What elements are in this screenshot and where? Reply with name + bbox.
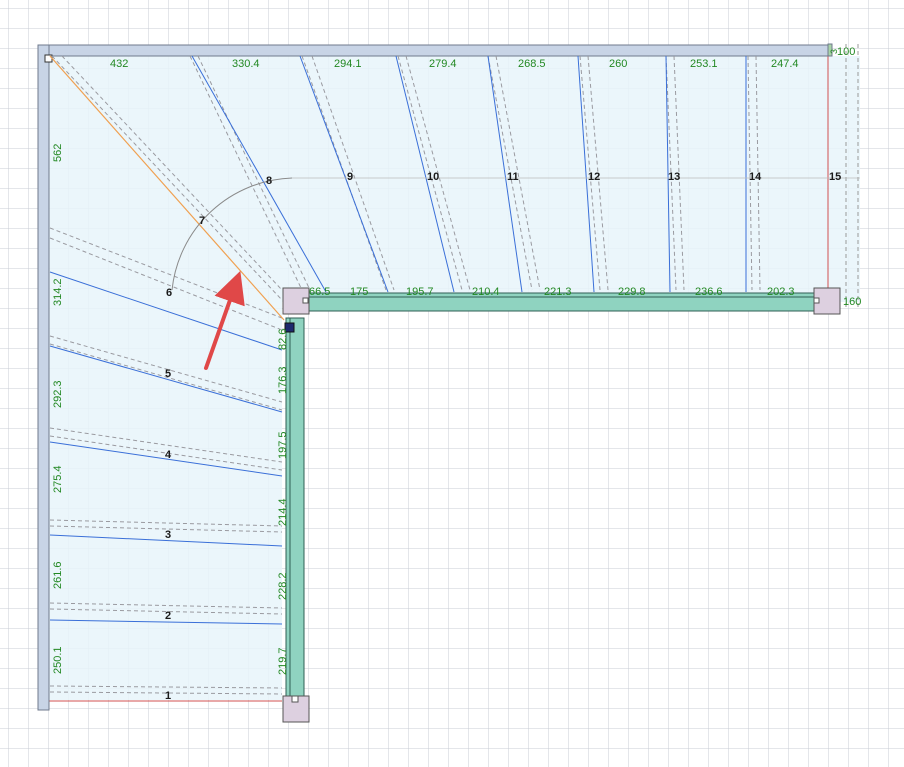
corner-post-marker (302, 297, 309, 304)
bottom-post-marker (291, 695, 299, 703)
dimension-label: 66.5 (309, 286, 330, 298)
top-wall[interactable] (37, 44, 831, 57)
dimension-label: 210.4 (472, 286, 500, 298)
dimension-label: 195.7 (406, 286, 434, 298)
dimension-label: 275.4 (52, 465, 64, 493)
stair-plan-canvas[interactable]: 1 2 3 4 5 6 7 8 9 10 11 12 13 14 15 432 … (0, 0, 904, 767)
dimension-label: 562 (52, 144, 64, 162)
dimension-label: 221.3 (544, 286, 572, 298)
step-number: 11 (507, 171, 519, 183)
dimension-label: 279.4 (429, 58, 457, 70)
dimension-label: 314.2 (52, 278, 64, 306)
wall-corner-marker (44, 54, 53, 63)
step-number: 6 (166, 287, 172, 299)
right-post-marker (813, 297, 820, 304)
dimension-label: 202.3 (767, 286, 795, 298)
step-number: 3 (165, 529, 171, 541)
dimension-label: 268.5 (518, 58, 546, 70)
dimension-label: 253.1 (690, 58, 718, 70)
step-number: 5 (165, 368, 171, 380)
dimension-label: 176.3 (277, 366, 289, 394)
step-number: 13 (668, 171, 680, 183)
dimension-label: 261.6 (52, 561, 64, 589)
dimension-label: 229.8 (618, 286, 646, 298)
step-number: 1 (165, 690, 171, 702)
dimension-label: 228.2 (277, 572, 289, 600)
corner-label: 160 (843, 296, 861, 308)
step-number: 2 (165, 610, 171, 622)
dimension-label: 250.1 (52, 646, 64, 674)
step-number: 9 (347, 171, 353, 183)
dimension-label: 219.7 (277, 647, 289, 675)
dimension-label: 260 (609, 58, 627, 70)
dimension-label: 197.5 (277, 431, 289, 459)
dimension-label: 247.4 (771, 58, 799, 70)
dimension-label: 82.6 (277, 329, 289, 350)
step-number: 7 (199, 215, 205, 227)
dimension-label: 175 (350, 286, 368, 298)
step-number: 8 (266, 175, 272, 187)
dimension-label: 292.3 (52, 380, 64, 408)
dimension-label: 214.4 (277, 498, 289, 526)
step-number: 4 (165, 449, 172, 461)
step-number: 10 (427, 171, 439, 183)
corner-label: 100 (837, 46, 855, 58)
dimension-label: 330.4 (232, 58, 260, 70)
dimension-label: 294.1 (334, 58, 362, 70)
dimension-label: 432 (110, 58, 128, 70)
step-number: 12 (588, 171, 600, 183)
step-number: 14 (749, 171, 762, 183)
step-number: 15 (829, 171, 841, 183)
left-wall[interactable] (37, 44, 50, 711)
dimension-label: 236.6 (695, 286, 723, 298)
